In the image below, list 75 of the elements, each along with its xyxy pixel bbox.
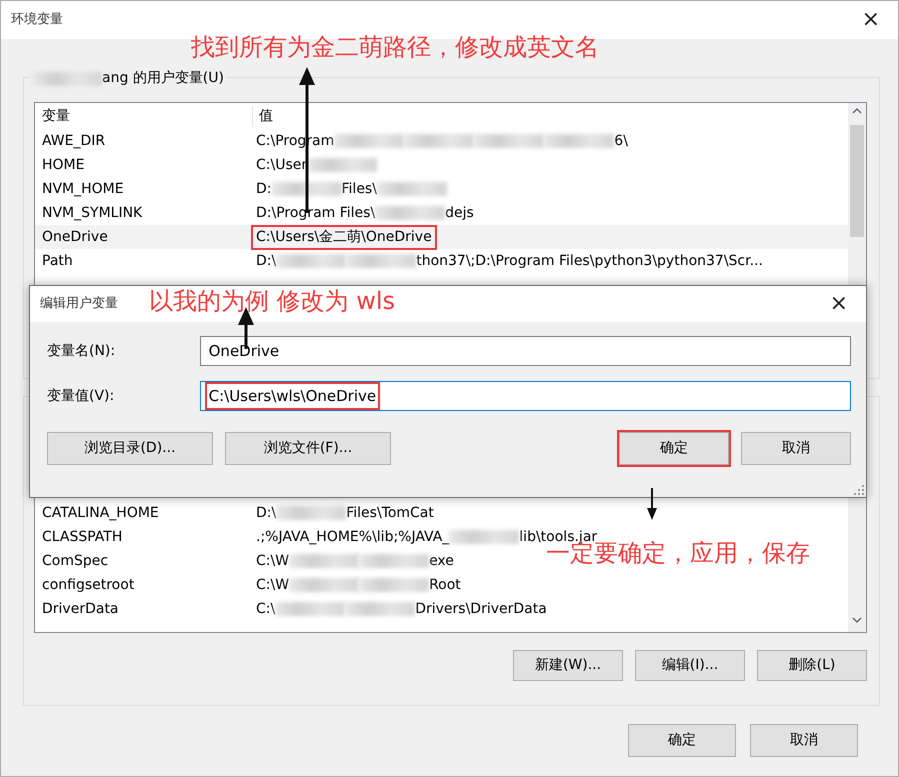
blurred-text [376, 182, 447, 196]
input-field[interactable]: OneDrive [200, 336, 851, 366]
cell-text: exe [429, 552, 454, 570]
cell-text: D:\ [256, 252, 276, 270]
blurred-text [359, 554, 430, 568]
blurred-text [449, 530, 520, 544]
variable-name: ComSpec [42, 552, 108, 568]
scrollbar-thumb[interactable] [850, 125, 864, 237]
arrow [647, 488, 657, 520]
cell-text: D: [256, 180, 272, 198]
dialog-button[interactable]: 确定 [628, 724, 736, 757]
blurred-text [275, 602, 346, 616]
variable-name[interactable]: NVM_HOME [42, 180, 124, 196]
cell-text: dejs [445, 204, 474, 222]
dialog-button[interactable]: 取消 [750, 724, 858, 757]
action-button[interactable]: 编辑(I)... [635, 650, 745, 681]
blurred-text [544, 134, 614, 148]
column-header[interactable]: 变量 [35, 106, 253, 126]
cell-text: C:\Users\金二萌\OneDrive [256, 228, 432, 246]
field-label: 变量值(V): [47, 386, 116, 406]
close-button[interactable]: × [856, 9, 886, 31]
variable-name: DriverData [42, 600, 119, 616]
variable-name: CATALINA_HOME [42, 504, 159, 520]
input-field[interactable]: C:\Users\wls\OneDrive [200, 381, 851, 411]
blurred-text [289, 554, 360, 568]
blurred-text [289, 578, 360, 592]
variable-name[interactable]: Path [42, 252, 73, 268]
annotation-text: 以我的为例 修改为 wls [149, 289, 396, 313]
window-title: 环境变量 [11, 11, 63, 30]
variable-name: CLASSPATH [42, 528, 122, 544]
dialog-button[interactable]: 确定 [619, 432, 729, 465]
annotation-text: 找到所有为金二萌路径，修改成英文名 [191, 35, 599, 59]
blurred-text [334, 134, 404, 148]
blurred-text [276, 254, 346, 268]
dialog-button[interactable]: 浏览文件(F)... [225, 432, 391, 465]
close-button[interactable]: × [824, 293, 854, 315]
action-button[interactable]: 删除(L) [757, 650, 867, 681]
blurred-text [474, 134, 544, 148]
blurred-text [346, 254, 416, 268]
action-button[interactable]: 新建(W)... [513, 650, 623, 681]
cell-text: D:\Program Files\ [256, 204, 376, 222]
cell-text: Root [429, 576, 461, 594]
variable-name[interactable]: AWE_DIR [42, 132, 106, 148]
cell-text: Files\TomCat [346, 504, 434, 522]
blurred-text [375, 206, 446, 220]
blurred-text [307, 158, 378, 172]
column-header[interactable]: 值 [253, 106, 276, 126]
blurred-text [276, 506, 346, 520]
group-label: ang 的用户变量(U) [102, 69, 224, 88]
blurred-text [272, 182, 342, 196]
blurred-text [32, 72, 102, 86]
cell-text: C:\W [256, 552, 290, 570]
cell-text: thon37\;D:\Program Files\python3\python37\Scr... [416, 252, 763, 270]
cell-text: 6\ [614, 132, 628, 150]
cell-text: C:\W [256, 576, 290, 594]
variable-name[interactable]: HOME [42, 156, 84, 172]
cell-text: C:\ [256, 600, 276, 618]
blurred-text [345, 602, 416, 616]
dialog-button[interactable]: 浏览目录(D)... [47, 432, 213, 465]
dialog-title: 编辑用户变量 [40, 295, 118, 314]
cell-text: Files\ [342, 180, 377, 198]
dialog-button[interactable]: 取消 [741, 432, 851, 465]
blurred-text [404, 134, 474, 148]
blurred-text [359, 578, 430, 592]
annotation-box: C:\Users\wls\OneDrive [204, 382, 380, 410]
resize-grip-icon[interactable] [854, 485, 864, 495]
variable-name: configsetroot [42, 576, 134, 592]
field-label: 变量名(N): [47, 342, 116, 360]
cell-text: D:\ [256, 504, 276, 522]
cell-text: Drivers\DriverData [415, 600, 547, 618]
variable-name[interactable]: NVM_SYMLINK [42, 204, 142, 220]
cell-text: C:\User [256, 156, 308, 174]
selected-variable-name[interactable]: OneDrive [42, 228, 108, 244]
cell-text: .;%JAVA_HOME%\lib;%JAVA_ [256, 528, 450, 546]
field-value: OneDrive [208, 340, 280, 362]
